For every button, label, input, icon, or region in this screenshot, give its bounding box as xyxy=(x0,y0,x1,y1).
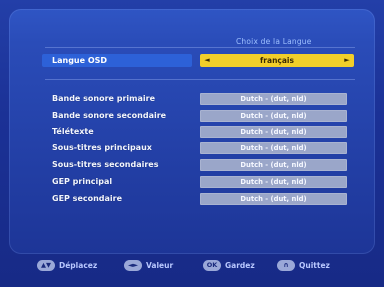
arrow-left-icon[interactable]: ◄ xyxy=(202,54,212,67)
hint-value: ◄► Valeur xyxy=(124,259,173,272)
setting-label: Sous-titres secondaires xyxy=(52,160,159,169)
setting-label: Bande sonore secondaire xyxy=(52,111,167,120)
left-right-keys-icon: ◄► xyxy=(124,260,142,271)
setting-value[interactable]: Dutch - (dut, nld) xyxy=(200,176,347,188)
setting-row-secondary-subtitles[interactable]: Sous-titres secondaires Dutch - (dut, nl… xyxy=(52,159,357,171)
setting-row-primary-epg[interactable]: GEP principal Dutch - (dut, nld) xyxy=(52,176,357,188)
setting-label: GEP principal xyxy=(52,177,113,186)
hint-move: ▲▼ Déplacez xyxy=(37,259,97,272)
setting-value[interactable]: Dutch - (dut, nld) xyxy=(200,93,347,105)
hint-exit-label: Quittez xyxy=(299,261,330,270)
ok-key-icon: OK xyxy=(203,260,221,271)
setting-value[interactable]: Dutch - (dut, nld) xyxy=(200,126,347,138)
section-divider xyxy=(45,79,355,80)
setting-row-secondary-epg[interactable]: GEP secondaire Dutch - (dut, nld) xyxy=(52,193,357,205)
setting-value[interactable]: Dutch - (dut, nld) xyxy=(200,193,347,205)
setting-row-teletext[interactable]: Télétexte Dutch - (dut, nld) xyxy=(52,126,357,138)
hint-save-label: Gardez xyxy=(225,261,255,270)
setting-label: Télétexte xyxy=(52,127,94,136)
setting-label: Sous-titres principaux xyxy=(52,143,152,152)
menu-title: Choix de la Langue xyxy=(236,37,312,46)
arrow-right-icon[interactable]: ► xyxy=(342,54,352,67)
setting-value[interactable]: Dutch - (dut, nld) xyxy=(200,159,347,171)
setting-row-secondary-audio[interactable]: Bande sonore secondaire Dutch - (dut, nl… xyxy=(52,110,357,122)
hint-exit: ∩ Quittez xyxy=(277,259,330,272)
setting-value[interactable]: Dutch - (dut, nld) xyxy=(200,110,347,122)
back-key-icon: ∩ xyxy=(277,260,295,271)
hint-value-label: Valeur xyxy=(146,261,174,270)
osd-language-value: français xyxy=(260,56,294,65)
tv-screen: Choix de la Langue Langue OSD ◄ français… xyxy=(0,0,384,287)
hint-save: OK Gardez xyxy=(203,259,255,272)
setting-value[interactable]: Dutch - (dut, nld) xyxy=(200,142,347,154)
setting-row-primary-subtitles[interactable]: Sous-titres principaux Dutch - (dut, nld… xyxy=(52,142,357,154)
setting-row-primary-audio[interactable]: Bande sonore primaire Dutch - (dut, nld) xyxy=(52,93,357,105)
title-divider xyxy=(45,47,355,48)
setting-label: GEP secondaire xyxy=(52,194,123,203)
osd-language-label[interactable]: Langue OSD xyxy=(42,54,192,67)
up-down-keys-icon: ▲▼ xyxy=(37,260,55,271)
osd-language-selector[interactable]: ◄ français ► xyxy=(200,54,354,67)
hint-move-label: Déplacez xyxy=(59,261,98,270)
setting-label: Bande sonore primaire xyxy=(52,94,155,103)
